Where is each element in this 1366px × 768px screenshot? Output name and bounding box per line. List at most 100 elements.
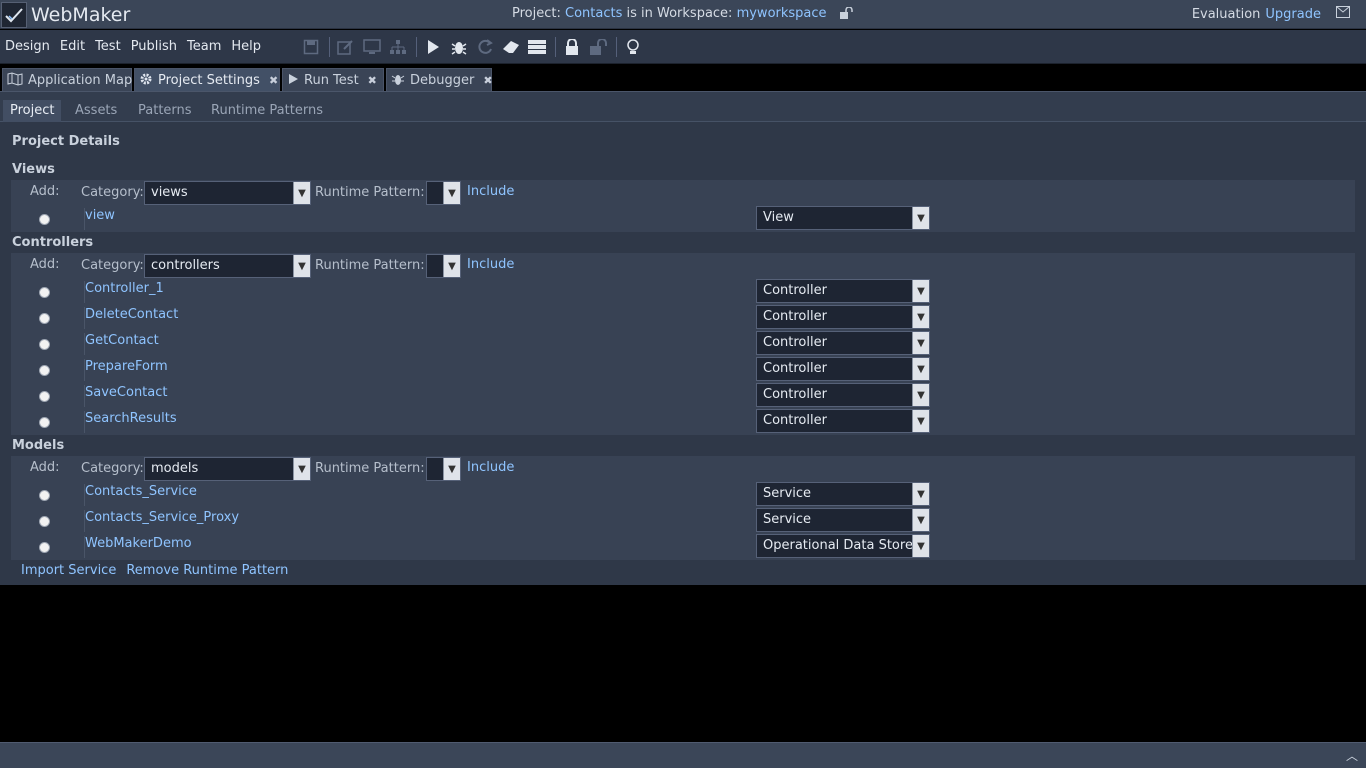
select-value: Service <box>763 512 812 527</box>
hierarchy-icon[interactable] <box>387 36 409 58</box>
views-category-select[interactable]: views ▼ <box>144 181 311 205</box>
select-value: Controller <box>763 283 827 298</box>
eraser-icon[interactable] <box>500 36 522 58</box>
bug-icon[interactable] <box>448 36 470 58</box>
tab-project-settings[interactable]: Project Settings ✖ <box>134 68 280 92</box>
select-value: Service <box>763 486 812 501</box>
views-block: Add: Category: views ▼ Runtime Pattern: ▼… <box>11 180 1355 232</box>
item-radio[interactable] <box>39 391 50 402</box>
item-radio[interactable] <box>39 339 50 350</box>
close-icon[interactable]: ✖ <box>483 74 492 87</box>
subtab-assets[interactable]: Assets <box>68 100 124 122</box>
item-radio[interactable] <box>39 516 50 527</box>
lock-icon[interactable] <box>561 36 583 58</box>
subtab-project[interactable]: Project <box>3 100 62 122</box>
item-type-select[interactable]: Controller ▼ <box>756 357 930 381</box>
item-name-link[interactable]: GetContact <box>84 333 159 355</box>
item-type-select[interactable]: Service ▼ <box>756 482 930 506</box>
controllers-block: Add: Category: controllers ▼ Runtime Patt… <box>11 253 1355 435</box>
item-name-link[interactable]: Contacts_Service_Proxy <box>84 510 239 532</box>
select-value: View <box>763 210 794 225</box>
webmaker-logo-icon <box>1 1 27 28</box>
list-item: DeleteContact Controller ▼ <box>11 305 1355 331</box>
workspace-name-link[interactable]: myworkspace <box>737 6 827 21</box>
chevron-down-icon: ▼ <box>912 535 929 557</box>
item-name-link[interactable]: SearchResults <box>84 411 177 433</box>
list-item: GetContact Controller ▼ <box>11 331 1355 357</box>
tab-run-test[interactable]: Run Test ✖ <box>282 68 384 92</box>
lightbulb-icon[interactable] <box>622 36 644 58</box>
upgrade-link[interactable]: Upgrade <box>1265 7 1321 22</box>
item-radio[interactable] <box>39 365 50 376</box>
title-bar: WebMaker Project: Contacts is in Workspa… <box>0 0 1366 29</box>
close-icon[interactable]: ✖ <box>269 74 278 87</box>
settings-subtabs: Project Assets Patterns Runtime Patterns <box>0 92 1366 122</box>
subtab-runtime-patterns[interactable]: Runtime Patterns <box>204 100 330 122</box>
menu-team[interactable]: Team <box>187 39 221 54</box>
item-radio[interactable] <box>39 417 50 428</box>
item-type-select[interactable]: Controller ▼ <box>756 409 930 433</box>
controllers-include-link[interactable]: Include <box>467 257 514 272</box>
tab-application-map[interactable]: Application Map <box>2 68 132 92</box>
tab-debugger[interactable]: Debugger ✖ <box>386 68 493 92</box>
section-controllers-title: Controllers <box>12 235 94 250</box>
chevron-down-icon: ▼ <box>912 280 929 302</box>
models-category-select[interactable]: models ▼ <box>144 457 311 481</box>
item-name-link[interactable]: SaveContact <box>84 385 168 407</box>
views-runtime-pattern-select[interactable]: ▼ <box>426 181 461 205</box>
item-radio[interactable] <box>39 214 50 225</box>
import-service-link[interactable]: Import Service <box>21 563 116 578</box>
select-value: views <box>151 185 188 200</box>
item-name-link[interactable]: DeleteContact <box>84 307 178 329</box>
app-name: WebMaker <box>31 3 131 26</box>
chevron-up-icon[interactable]: ︿ <box>1346 747 1358 764</box>
list-item: PrepareForm Controller ▼ <box>11 357 1355 383</box>
menu-publish[interactable]: Publish <box>131 39 177 54</box>
server-icon[interactable] <box>526 36 548 58</box>
item-name-link[interactable]: WebMakerDemo <box>84 536 192 558</box>
chevron-down-icon: ▼ <box>912 384 929 406</box>
item-type-select[interactable]: Controller ▼ <box>756 383 930 407</box>
item-name-link[interactable]: Contacts_Service <box>84 484 197 506</box>
item-radio[interactable] <box>39 490 50 501</box>
chevron-down-icon: ▼ <box>443 255 460 277</box>
menu-design[interactable]: Design <box>5 39 50 54</box>
remove-runtime-pattern-link[interactable]: Remove Runtime Pattern <box>126 563 288 578</box>
unlock-icon[interactable] <box>839 6 853 23</box>
mail-icon[interactable] <box>1336 6 1350 22</box>
chevron-down-icon: ▼ <box>912 306 929 328</box>
menu-test[interactable]: Test <box>95 39 121 54</box>
item-name-link[interactable]: Controller_1 <box>84 281 164 303</box>
menu-edit[interactable]: Edit <box>60 39 85 54</box>
item-radio[interactable] <box>39 542 50 553</box>
monitor-icon[interactable] <box>361 36 383 58</box>
item-name-link[interactable]: view <box>84 208 115 230</box>
edit-icon[interactable] <box>335 36 357 58</box>
play-icon[interactable] <box>422 36 444 58</box>
project-status-line: Project: Contacts is in Workspace: mywor… <box>512 6 853 23</box>
controllers-category-select[interactable]: controllers ▼ <box>144 254 311 278</box>
item-type-select[interactable]: Controller ▼ <box>756 279 930 303</box>
models-runtime-pattern-select[interactable]: ▼ <box>426 457 461 481</box>
models-include-link[interactable]: Include <box>467 460 514 475</box>
views-include-link[interactable]: Include <box>467 184 514 199</box>
menu-help[interactable]: Help <box>231 39 261 54</box>
subtab-patterns[interactable]: Patterns <box>131 100 199 122</box>
close-icon[interactable]: ✖ <box>368 74 377 87</box>
list-item: WebMakerDemo Operational Data Store ▼ <box>11 534 1355 560</box>
save-icon[interactable] <box>300 36 322 58</box>
select-value: Controller <box>763 387 827 402</box>
unlock-icon[interactable] <box>587 36 609 58</box>
item-type-select[interactable]: Controller ▼ <box>756 331 930 355</box>
item-radio[interactable] <box>39 287 50 298</box>
item-type-select[interactable]: View ▼ <box>756 206 930 230</box>
item-type-select[interactable]: Operational Data Store ▼ <box>756 534 930 558</box>
item-type-select[interactable]: Service ▼ <box>756 508 930 532</box>
item-radio[interactable] <box>39 313 50 324</box>
item-type-select[interactable]: Controller ▼ <box>756 305 930 329</box>
project-name-link[interactable]: Contacts <box>565 6 622 21</box>
add-label: Add: <box>30 257 60 272</box>
refresh-icon[interactable] <box>474 36 496 58</box>
controllers-runtime-pattern-select[interactable]: ▼ <box>426 254 461 278</box>
item-name-link[interactable]: PrepareForm <box>84 359 168 381</box>
